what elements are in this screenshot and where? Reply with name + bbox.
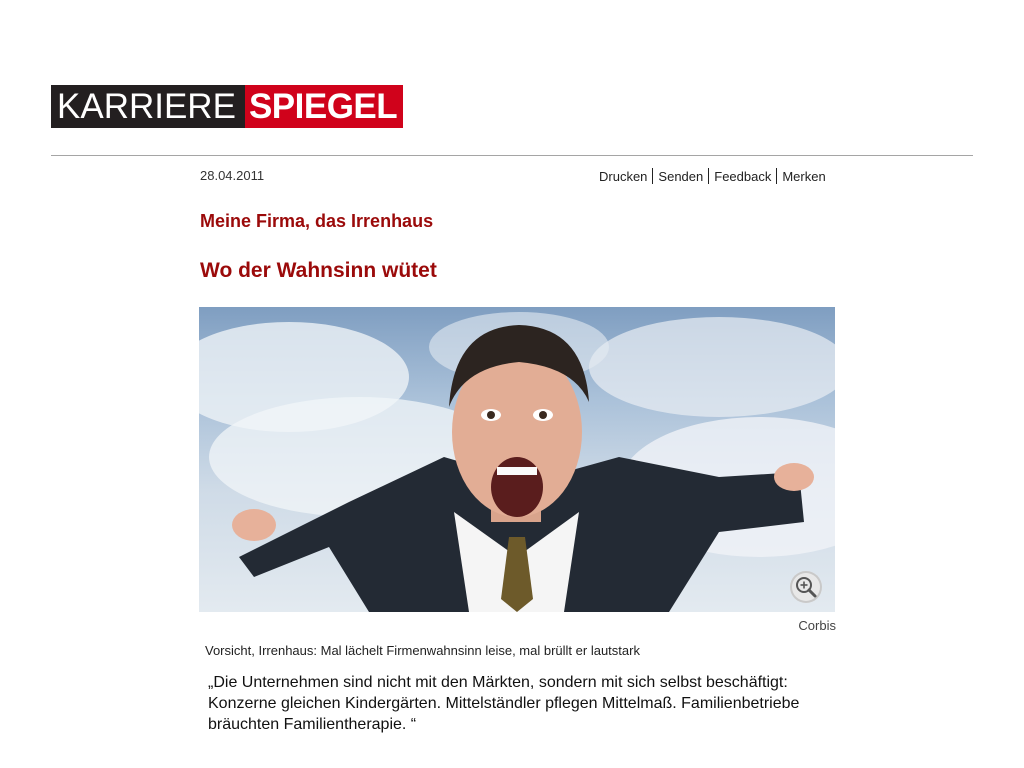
article-date: 28.04.2011 — [200, 168, 265, 183]
action-separator — [776, 168, 778, 184]
magnifier-plus-icon — [796, 577, 817, 598]
action-separator — [652, 168, 654, 184]
bookmark-link[interactable]: Merken — [782, 169, 825, 184]
article-headline: Wo der Wahnsinn wütet — [200, 259, 437, 282]
article-actions: Drucken Senden Feedback Merken — [599, 168, 826, 184]
logo-spiegel-text: SPIEGEL — [244, 85, 404, 128]
photo-credit: Corbis — [798, 618, 836, 633]
karriere-spiegel-logo[interactable]: KARRIERE SPIEGEL — [51, 85, 404, 128]
logo-karriere-text: KARRIERE — [51, 85, 245, 128]
article-photo[interactable] — [199, 307, 835, 612]
photo-caption: Vorsicht, Irrenhaus: Mal lächelt Firmenw… — [205, 643, 640, 658]
print-link[interactable]: Drucken — [599, 169, 647, 184]
send-link[interactable]: Senden — [658, 169, 703, 184]
zoom-button[interactable] — [790, 571, 822, 603]
action-separator — [708, 168, 710, 184]
photo-illustration — [199, 312, 835, 612]
feedback-link[interactable]: Feedback — [714, 169, 771, 184]
quote-text: „Die Unternehmen sind nicht mit den Märk… — [208, 674, 800, 733]
header-divider — [51, 155, 973, 156]
article-kicker: Meine Firma, das Irrenhaus — [200, 211, 434, 231]
